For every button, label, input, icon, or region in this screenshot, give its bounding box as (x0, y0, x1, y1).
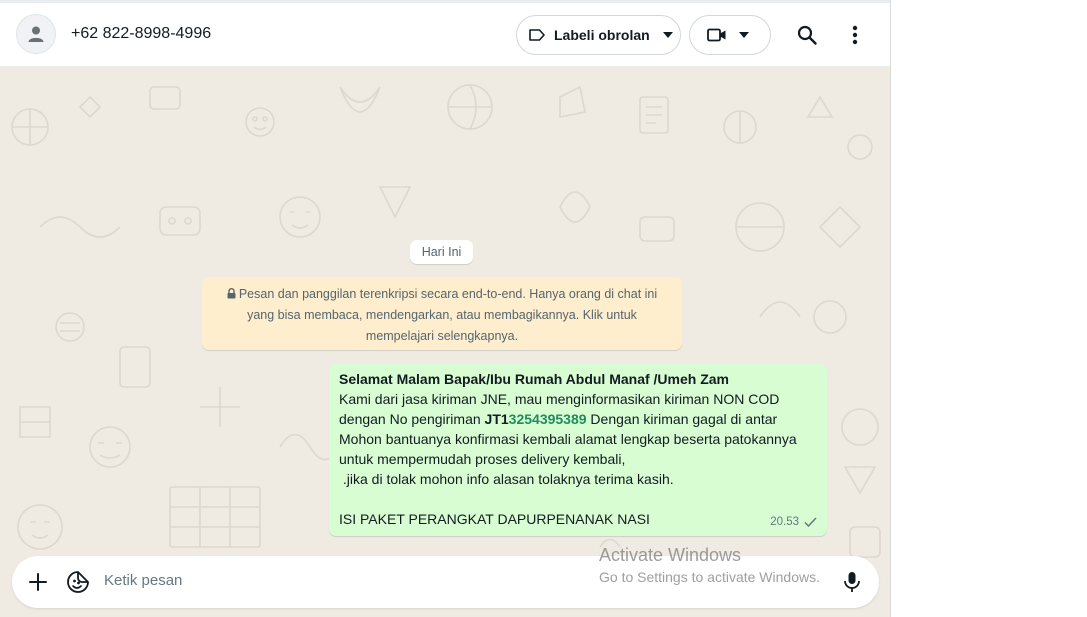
message-text: Dengan kiriman gagal di antar (586, 411, 778, 427)
message-input[interactable]: Ketik pesan (104, 572, 182, 589)
lock-icon (227, 288, 236, 299)
emoji-sticker-icon[interactable] (66, 570, 90, 594)
message-line: Mohon bantuanya konfirmasi kembali alama… (339, 431, 797, 447)
label-tag-icon (529, 29, 545, 41)
whatsapp-chat-window: +62 822-8998-4996 Labeli obrolan Hari In… (0, 0, 891, 617)
attach-plus-icon[interactable] (27, 571, 49, 593)
search-icon (797, 25, 817, 45)
message-line: Kami dari jasa kiriman JNE, mau menginfo… (339, 391, 780, 407)
chat-header: +62 822-8998-4996 Labeli obrolan (0, 3, 890, 67)
tracking-number-link[interactable]: 3254395389 (509, 411, 587, 427)
message-line: untuk mempermudah proses delivery kembal… (339, 451, 626, 467)
single-check-icon (804, 517, 817, 527)
more-vertical-icon (852, 25, 858, 45)
message-line: .jika di tolak mohon info alasan tolakny… (339, 471, 674, 487)
video-call-button[interactable] (689, 15, 771, 55)
encryption-notice[interactable]: Pesan dan panggilan terenkripsi secara e… (202, 277, 682, 350)
windows-activation-watermark: Activate Windows Go to Settings to activ… (599, 544, 820, 588)
message-meta: 20.53 (770, 512, 817, 532)
search-button[interactable] (794, 22, 820, 48)
label-chat-button[interactable]: Labeli obrolan (516, 15, 681, 55)
label-chat-text: Labeli obrolan (554, 27, 650, 43)
message-line: Selamat Malam Bapak/Ibu Rumah Abdul Mana… (339, 371, 730, 387)
outgoing-message-bubble[interactable]: Selamat Malam Bapak/Ibu Rumah Abdul Mana… (329, 364, 827, 536)
chevron-down-icon (739, 32, 749, 38)
contact-name[interactable]: +62 822-8998-4996 (71, 25, 211, 43)
person-icon (28, 26, 44, 42)
watermark-subtitle: Go to Settings to activate Windows. (599, 569, 820, 585)
watermark-title: Activate Windows (599, 545, 742, 565)
microphone-icon[interactable] (843, 571, 861, 593)
menu-button[interactable] (842, 22, 868, 48)
video-camera-icon (707, 28, 726, 42)
message-line: dengan No pengiriman JT13254395389 Denga… (339, 409, 817, 429)
date-chip: Hari Ini (410, 240, 473, 264)
contact-avatar[interactable] (16, 14, 56, 54)
message-time: 20.53 (770, 516, 799, 528)
message-text: dengan No pengiriman (339, 411, 485, 427)
message-line: ISI PAKET PERANGKAT DAPURPENANAK NASI (339, 511, 650, 527)
message-blank-line (339, 489, 817, 509)
chat-background: Hari Ini Pesan dan panggilan terenkripsi… (0, 67, 890, 617)
encryption-notice-text: Pesan dan panggilan terenkripsi secara e… (238, 287, 658, 343)
tracking-prefix: JT1 (484, 411, 509, 427)
chevron-down-icon (662, 32, 673, 38)
